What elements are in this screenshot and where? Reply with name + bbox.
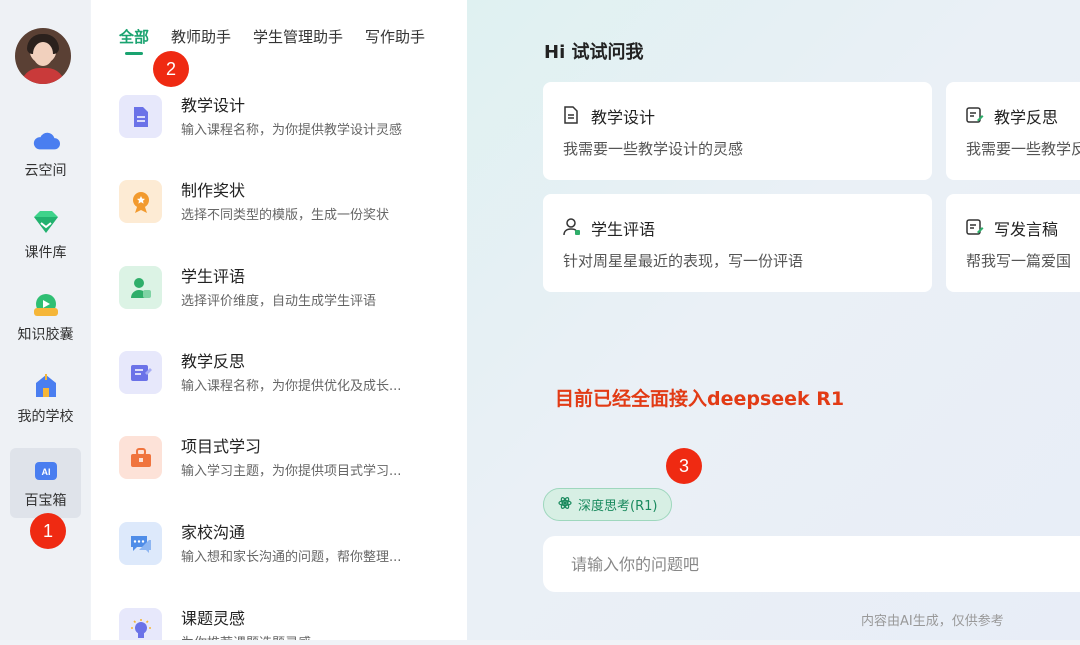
deep-think-toggle[interactable]: 深度思考(R1) [543,488,673,521]
category-tabs: 全部 教师助手 学生管理助手 写作助手 [119,26,425,55]
tools-panel: 全部 教师助手 学生管理助手 写作助手 教学设计 输入课程名称，为你提供教学设计… [91,0,467,640]
nav-item-toolbox[interactable]: AI 百宝箱 [10,448,81,518]
tool-title: 教学设计 [181,96,246,115]
nav-label: 课件库 [24,245,67,261]
tool-title: 学生评语 [181,267,246,286]
deep-think-label: 深度思考(R1) [578,499,658,514]
tool-title: 家校沟通 [181,523,246,542]
suggestion-card-speech[interactable]: 写发言稿 帮我写一篇爱国 [946,194,1080,292]
question-input[interactable] [543,536,1080,592]
nav-item-my-school[interactable]: 我的学校 [10,364,81,434]
tab-student-management[interactable]: 学生管理助手 [253,26,343,47]
nav-label: 云空间 [24,163,67,179]
award-icon [119,180,162,223]
tool-item-teaching-reflection[interactable]: 教学反思 输入课程名称，为你提供优化及成长... [119,348,449,408]
ai-toolbox-icon: AI [32,456,60,484]
card-title: 教学反思 [994,108,1059,127]
edit-note-icon [966,218,984,236]
card-title: 写发言稿 [994,220,1059,239]
tool-title: 课题灵感 [181,609,246,628]
nav-item-cloud-space[interactable]: 云空间 [10,118,81,188]
tool-description: 输入想和家长沟通的问题，帮你整理... [181,550,402,565]
avatar[interactable] [15,28,71,84]
nav-item-courseware[interactable]: 课件库 [10,200,81,270]
tool-description: 选择不同类型的模版，生成一份奖状 [181,208,390,223]
suggestion-card-student-comment[interactable]: 学生评语 针对周星星最近的表现，写一份评语 [543,194,932,292]
tool-item-teaching-design[interactable]: 教学设计 输入课程名称，为你提供教学设计灵感 [119,92,449,152]
nav-item-knowledge-capsule[interactable]: 知识胶囊 [10,282,81,352]
tool-title: 项目式学习 [181,437,262,456]
document-icon [563,106,581,124]
edit-note-icon [966,106,984,124]
card-description: 我需要一些教学设计的灵感 [563,140,744,158]
card-title: 学生评语 [591,220,656,239]
chat-area: Hi 试试问我 教学设计 我需要一些教学设计的灵感 教学反思 我需要一些教学反思… [467,0,1080,640]
tool-description: 输入课程名称，为你提供教学设计灵感 [181,123,403,138]
tool-title: 教学反思 [181,352,246,371]
courseware-icon [32,208,60,236]
tool-description: 输入学习主题，为你提供项目式学习... [181,464,402,479]
deepseek-notice: 目前已经全面接入deepseek R1 [555,388,845,410]
greeting-title: Hi 试试问我 [544,42,644,63]
atom-icon [558,496,572,514]
tool-item-topic-inspiration[interactable]: 课题灵感 为你推荐课题选题灵感 [119,605,449,640]
tool-title: 制作奖状 [181,181,246,200]
tool-item-award[interactable]: 制作奖状 选择不同类型的模版，生成一份奖状 [119,177,449,237]
cloud-icon [32,126,60,154]
briefcase-icon [119,436,162,479]
card-description: 针对周星星最近的表现，写一份评语 [563,252,804,270]
lightbulb-icon [119,608,162,640]
tab-writing-assistant[interactable]: 写作助手 [365,26,425,47]
tool-item-student-comment[interactable]: 学生评语 选择评价维度，自动生成学生评语 [119,263,449,323]
book-icon [119,351,162,394]
ai-disclaimer: 内容由AI生成，仅供参考 [861,614,1004,629]
nav-label: 我的学校 [17,409,74,425]
marker-badge: 1 [30,513,66,549]
nav-label: 知识胶囊 [17,327,74,343]
document-icon [119,95,162,138]
tool-item-home-school[interactable]: 家校沟通 输入想和家长沟通的问题，帮你整理... [119,519,449,579]
nav-label: 百宝箱 [24,493,67,509]
tool-description: 输入课程名称，为你提供优化及成长... [181,379,402,394]
tool-description: 选择评价维度，自动生成学生评语 [181,294,377,309]
knowledge-capsule-icon [32,290,60,318]
person-icon [563,218,581,236]
suggestion-card-teaching-reflection[interactable]: 教学反思 我需要一些教学反思 [946,82,1080,180]
student-icon [119,266,162,309]
tool-item-project-learning[interactable]: 项目式学习 输入学习主题，为你提供项目式学习... [119,433,449,493]
school-icon [32,372,60,400]
card-description: 我需要一些教学反思 [966,140,1080,158]
tab-all[interactable]: 全部 [119,26,149,55]
marker-badge: 3 [666,448,702,484]
tab-teacher-assistant[interactable]: 教师助手 [171,26,231,47]
chat-icon [119,522,162,565]
suggestion-card-teaching-design[interactable]: 教学设计 我需要一些教学设计的灵感 [543,82,932,180]
card-description: 帮我写一篇爱国 [966,252,1072,270]
marker-badge: 2 [153,51,189,87]
tool-description: 为你推荐课题选题灵感 [181,632,311,640]
svg-text:AI: AI [41,467,50,477]
card-title: 教学设计 [591,108,656,127]
